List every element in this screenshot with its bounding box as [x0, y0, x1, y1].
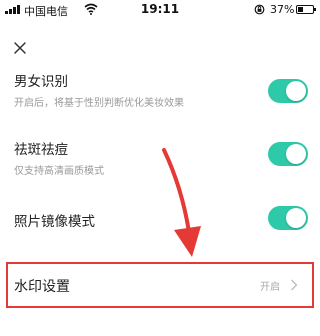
setting-title: 照片镜像模式	[14, 214, 95, 230]
battery-icon	[296, 5, 316, 14]
watermark-settings-value: 开启	[260, 282, 280, 293]
toggle-knob	[286, 81, 306, 101]
setting-subtitle: 开启后，将基于性别判断优化美妆效果	[14, 98, 184, 109]
chevron-right-icon	[291, 279, 298, 291]
rotation-lock-icon	[254, 4, 265, 15]
toggle-knob	[286, 144, 306, 164]
battery-percent: 37%	[270, 3, 295, 16]
toggle-knob	[286, 208, 306, 228]
status-bar: 中国电信 19:11 37%	[0, 0, 320, 20]
gender-recognition-toggle[interactable]	[268, 79, 308, 103]
close-icon[interactable]	[10, 38, 30, 58]
watermark-settings-title: 水印设置	[14, 279, 70, 295]
setting-subtitle: 仅支持高清画质模式	[14, 166, 104, 177]
setting-title: 祛斑祛痘	[14, 142, 68, 158]
blemish-removal-toggle[interactable]	[268, 142, 308, 166]
setting-title: 男女识别	[14, 74, 68, 90]
photo-mirror-toggle[interactable]	[268, 206, 308, 230]
battery-fill	[298, 7, 303, 12]
